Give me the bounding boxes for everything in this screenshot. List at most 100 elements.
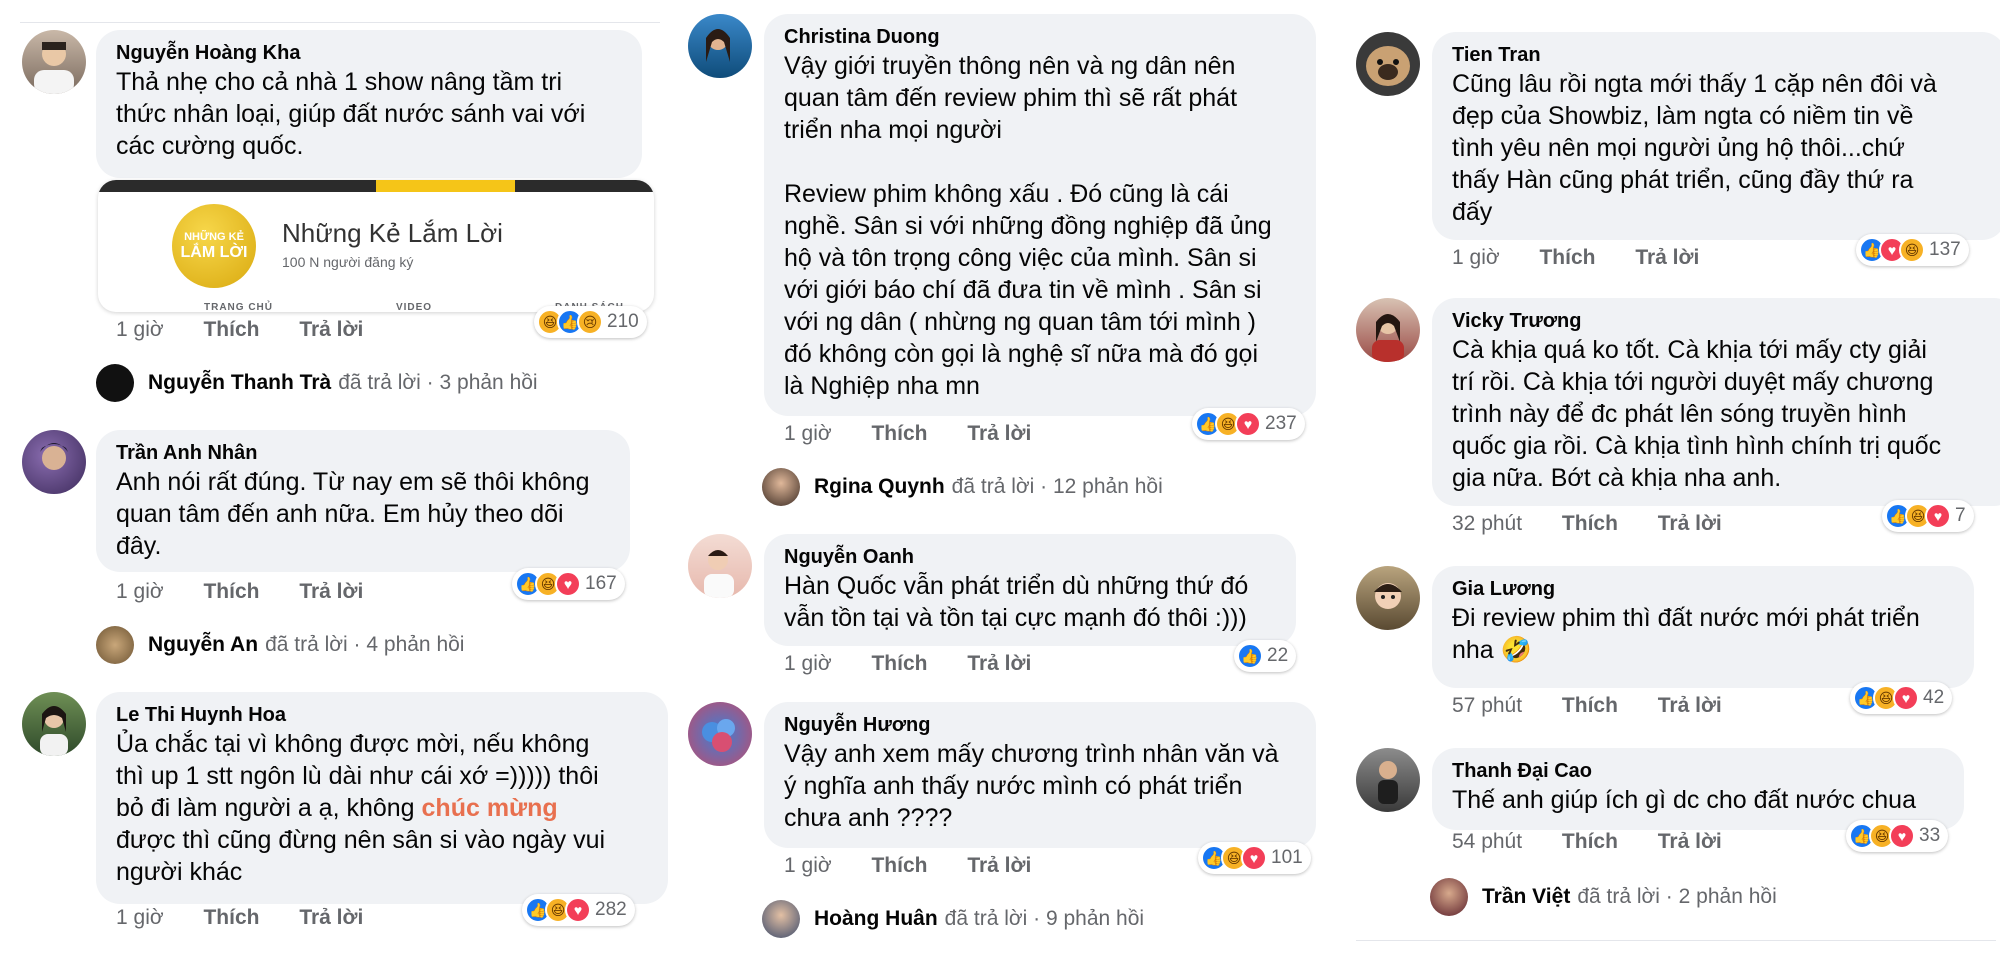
reply-summary[interactable]: Nguyễn An đã trả lời · 4 phản hồi [96, 626, 464, 664]
like-button[interactable]: Thích [203, 906, 259, 930]
comment-time[interactable]: 1 giờ [116, 580, 164, 604]
replier-name[interactable]: Nguyễn Thanh Trà [148, 371, 331, 395]
like-button[interactable]: Thích [1539, 246, 1595, 270]
reaction-summary[interactable]: 👍 😆 ♥ 42 [1850, 682, 1953, 714]
replier-name[interactable]: Hoàng Huân [814, 907, 938, 931]
reply-button[interactable]: Trả lời [967, 422, 1031, 446]
reply-button[interactable]: Trả lời [1658, 694, 1722, 718]
page-title[interactable]: Những Kẻ Lắm Lời [282, 218, 503, 249]
commenter-name[interactable]: Gia Lương [1452, 576, 1954, 602]
avatar[interactable] [22, 692, 86, 756]
comment-time[interactable]: 1 giờ [784, 422, 832, 446]
avatar[interactable] [22, 430, 86, 494]
sad-icon: 😢 [577, 309, 603, 335]
comment-bubble: Trần Anh Nhân Anh nói rất đúng. Từ nay e… [96, 430, 630, 572]
commenter-name[interactable]: Nguyễn Hương [784, 712, 1296, 738]
reply-summary[interactable]: Hoàng Huân đã trả lời · 9 phản hồi [762, 900, 1144, 938]
like-button[interactable]: Thích [203, 580, 259, 604]
reply-count[interactable]: 12 phản hồi [1053, 475, 1163, 499]
comment-time[interactable]: 1 giờ [116, 906, 164, 930]
like-button[interactable]: Thích [871, 652, 927, 676]
avatar[interactable] [688, 702, 752, 766]
like-button[interactable]: Thích [1562, 830, 1618, 854]
comment-time[interactable]: 1 giờ [784, 854, 832, 878]
comment-meta: 1 giờ Thích Trả lời [1452, 246, 1699, 270]
comment-meta: 1 giờ Thích Trả lời [116, 318, 363, 342]
reaction-summary[interactable]: 😆 👍 😢 210 [534, 306, 647, 338]
reaction-summary[interactable]: 👍 ♥ 😆 137 [1856, 234, 1969, 266]
avatar[interactable] [22, 30, 86, 94]
comment-time[interactable]: 1 giờ [1452, 246, 1500, 270]
reply-summary[interactable]: Rgina Quynh đã trả lời · 12 phản hồi [762, 468, 1163, 506]
replier-name[interactable]: Rgina Quynh [814, 475, 945, 499]
avatar[interactable] [1356, 32, 1420, 96]
commenter-name[interactable]: Le Thi Huynh Hoa [116, 702, 648, 728]
avatar[interactable] [1356, 566, 1420, 630]
replied-text: đã trả lời [265, 633, 348, 656]
comment-text: Thả nhẹ cho cả nhà 1 show nâng tầm tri t… [116, 68, 586, 160]
commenter-name[interactable]: Nguyễn Oanh [784, 544, 1276, 570]
comment-time[interactable]: 57 phút [1452, 694, 1522, 718]
comment-text: Anh nói rất đúng. Từ nay em sẽ thôi khôn… [116, 468, 590, 560]
like-button[interactable]: Thích [871, 854, 927, 878]
avatar[interactable] [688, 534, 752, 598]
replied-text: đã trả lời [1577, 885, 1660, 908]
replier-name[interactable]: Trần Việt [1482, 885, 1570, 909]
commenter-name[interactable]: Tien Tran [1452, 42, 1986, 68]
reaction-summary[interactable]: 👍 😆 ♥ 33 [1846, 820, 1949, 852]
reply-count[interactable]: 3 phản hồi [440, 371, 538, 395]
avatar[interactable] [1356, 298, 1420, 362]
like-button[interactable]: Thích [203, 318, 259, 342]
reply-summary[interactable]: Nguyễn Thanh Trà đã trả lời · 3 phản hồi [96, 364, 538, 402]
reaction-count: 33 [1919, 825, 1941, 846]
like-icon: 👍 [1237, 643, 1263, 669]
reply-button[interactable]: Trả lời [967, 652, 1031, 676]
reply-button[interactable]: Trả lời [299, 318, 363, 342]
comment-column-3: Tien Tran Cũng lâu rồi ngta mới thấy 1 c… [1356, 0, 2000, 956]
separator: · [1034, 475, 1053, 498]
commenter-name[interactable]: Vicky Trương [1452, 308, 1998, 334]
commenter-name[interactable]: Trần Anh Nhân [116, 440, 610, 466]
like-button[interactable]: Thích [871, 422, 927, 446]
reply-button[interactable]: Trả lời [299, 580, 363, 604]
reply-button[interactable]: Trả lời [299, 906, 363, 930]
reaction-count: 22 [1267, 645, 1289, 666]
love-icon: ♥ [555, 571, 581, 597]
comment-text: Vậy anh xem mấy chương trình nhân văn và… [784, 740, 1279, 832]
comment-column-2: Christina Duong Vậy giới truyền thông nê… [688, 0, 1328, 956]
commenter-name[interactable]: Christina Duong [784, 24, 1296, 50]
comment-time[interactable]: 54 phút [1452, 830, 1522, 854]
reaction-summary[interactable]: 👍 😆 ♥ 237 [1192, 408, 1305, 440]
reply-count[interactable]: 4 phản hồi [366, 633, 464, 657]
comment-time[interactable]: 1 giờ [784, 652, 832, 676]
separator: · [1027, 907, 1046, 930]
link-preview-card[interactable]: NHỮNG KẺ LẮM LỜI Những Kẻ Lắm Lời 100 N … [98, 180, 654, 312]
reply-button[interactable]: Trả lời [1658, 830, 1722, 854]
love-icon: ♥ [1893, 685, 1919, 711]
reaction-summary[interactable]: 👍 22 [1234, 640, 1297, 672]
commenter-name[interactable]: Nguyễn Hoàng Kha [116, 40, 622, 66]
reply-summary[interactable]: Trần Việt đã trả lời · 2 phản hồi [1430, 878, 1777, 916]
reply-count[interactable]: 9 phản hồi [1046, 907, 1144, 931]
comment-time[interactable]: 32 phút [1452, 512, 1522, 536]
avatar[interactable] [688, 14, 752, 78]
reaction-summary[interactable]: 👍 😆 ♥ 282 [522, 894, 635, 926]
reply-count[interactable]: 2 phản hồi [1679, 885, 1777, 909]
reaction-count: 282 [595, 899, 627, 920]
comment-meta: 57 phút Thích Trả lời [1452, 694, 1722, 718]
avatar[interactable] [1356, 748, 1420, 812]
comment-time[interactable]: 1 giờ [116, 318, 164, 342]
replier-name[interactable]: Nguyễn An [148, 633, 258, 657]
reply-button[interactable]: Trả lời [967, 854, 1031, 878]
page-tab[interactable]: TRANG CHỦ [204, 302, 273, 312]
reply-button[interactable]: Trả lời [1635, 246, 1699, 270]
reaction-summary[interactable]: 👍 😆 ♥ 101 [1198, 842, 1311, 874]
like-button[interactable]: Thích [1562, 694, 1618, 718]
like-button[interactable]: Thích [1562, 512, 1618, 536]
love-icon: ♥ [1241, 845, 1267, 871]
reply-button[interactable]: Trả lời [1658, 512, 1722, 536]
commenter-name[interactable]: Thanh Đại Cao [1452, 758, 1944, 784]
reaction-summary[interactable]: 👍 😆 ♥ 7 [1882, 500, 1974, 532]
page-tab[interactable]: VIDEO [396, 302, 432, 312]
reaction-summary[interactable]: 👍 😆 ♥ 167 [512, 568, 625, 600]
